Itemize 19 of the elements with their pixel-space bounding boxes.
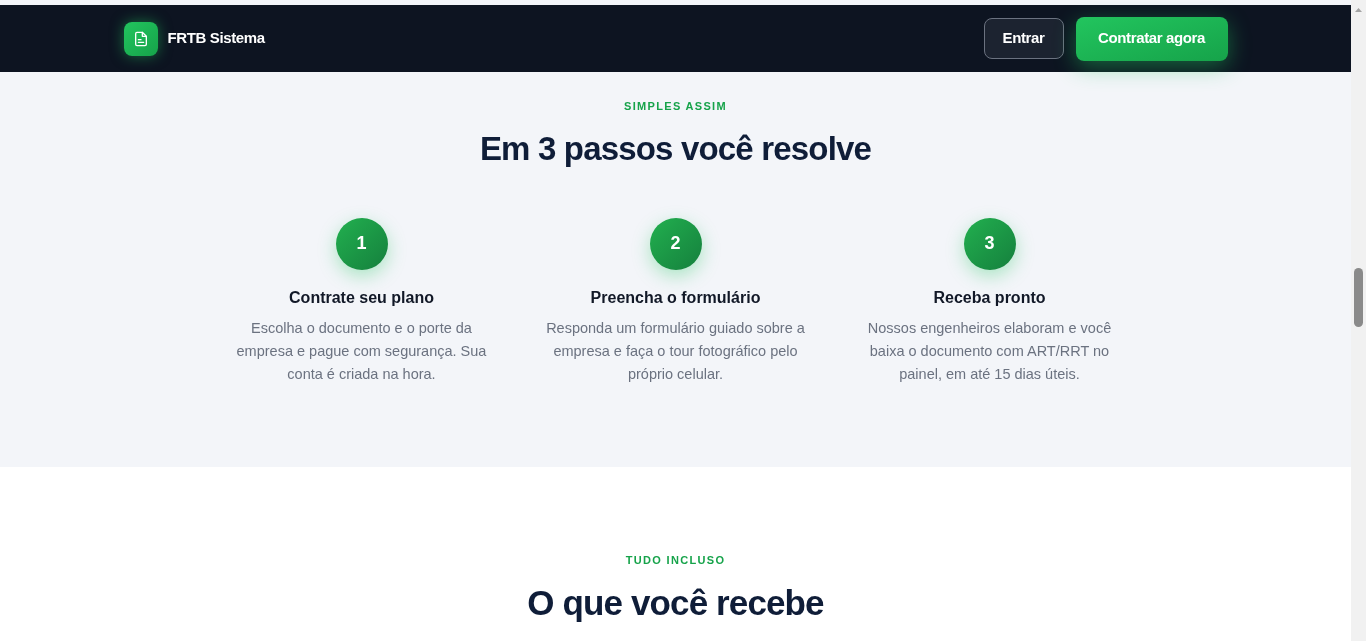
section-eyebrow: TUDO INCLUSO — [625, 553, 726, 568]
step-number-badge: 1 — [335, 217, 388, 270]
scrollbar[interactable] — [1351, 0, 1366, 641]
step-description: Responda um formulário guiado sobre a empresa e faça o tour fotográfico pelo próprio celular. — [545, 318, 806, 384]
step-description: Nossos engenheiros elaboram e você baixa o documento com ART/RRT no painel, em até 15 dias úteis. — [866, 318, 1113, 384]
step-description: Escolha o documento e o porte da empresa e pague com segurança. Sua conta é criada na hora. — [235, 318, 488, 384]
step-number-badge: 3 — [963, 217, 1016, 270]
step-title: Receba pronto — [933, 287, 1046, 308]
step-title: Contrate seu plano — [289, 287, 434, 308]
section-heading: Em 3 passos você resolve — [479, 128, 872, 169]
document-logo-icon — [123, 21, 158, 56]
section-heading: O que você recebe — [527, 581, 824, 624]
step-title: Preencha o formulário — [590, 287, 761, 308]
section-eyebrow: SIMPLES ASSIM — [624, 99, 727, 114]
scrollbar-thumb[interactable] — [1354, 268, 1363, 327]
step-number-badge: 2 — [649, 217, 702, 270]
brand-name: FRTB Sistema — [167, 28, 265, 49]
login-button[interactable]: Entrar — [983, 18, 1064, 59]
scroll-up-arrow-icon[interactable] — [1355, 8, 1362, 12]
